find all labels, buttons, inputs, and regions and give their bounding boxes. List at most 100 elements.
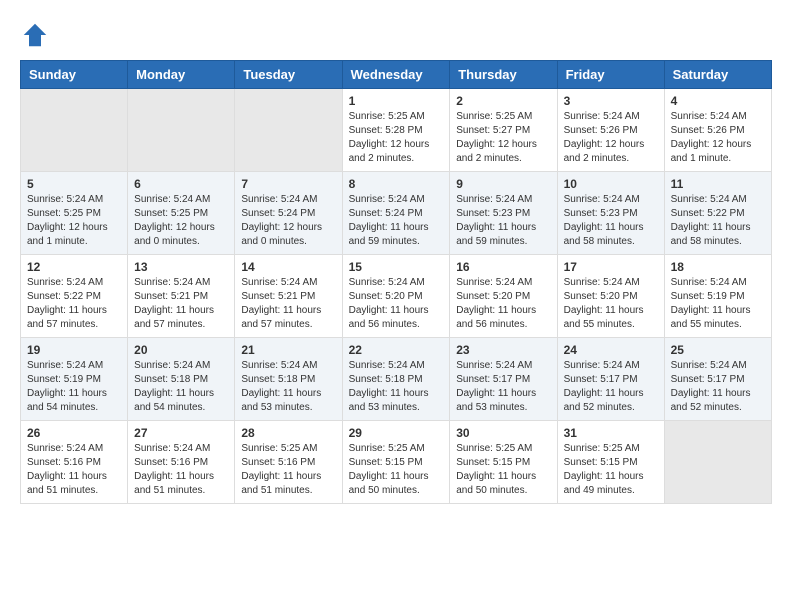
day-number: 21 (241, 343, 335, 357)
day-info: Sunrise: 5:24 AMSunset: 5:19 PMDaylight:… (671, 276, 765, 332)
calendar-cell: 8 Sunrise: 5:24 AMSunset: 5:24 PMDaylight… (342, 172, 450, 255)
logo-icon (20, 20, 50, 50)
calendar-cell: 6 Sunrise: 5:24 AMSunset: 5:25 PMDaylight… (128, 172, 235, 255)
calendar-cell: 15 Sunrise: 5:24 AMSunset: 5:20 PMDayligh… (342, 255, 450, 338)
day-info: Sunrise: 5:24 AMSunset: 5:25 PMDaylight:… (27, 193, 121, 249)
calendar-cell (664, 421, 771, 504)
day-number: 29 (349, 426, 444, 440)
day-number: 20 (134, 343, 228, 357)
day-number: 14 (241, 260, 335, 274)
calendar-cell (235, 89, 342, 172)
day-number: 13 (134, 260, 228, 274)
column-header-thursday: Thursday (450, 61, 557, 89)
day-info: Sunrise: 5:24 AMSunset: 5:21 PMDaylight:… (134, 276, 228, 332)
calendar-cell: 28 Sunrise: 5:25 AMSunset: 5:16 PMDayligh… (235, 421, 342, 504)
calendar-cell: 10 Sunrise: 5:24 AMSunset: 5:23 PMDayligh… (557, 172, 664, 255)
day-number: 28 (241, 426, 335, 440)
calendar-cell: 30 Sunrise: 5:25 AMSunset: 5:15 PMDayligh… (450, 421, 557, 504)
day-info: Sunrise: 5:25 AMSunset: 5:15 PMDaylight:… (564, 442, 658, 498)
day-info: Sunrise: 5:24 AMSunset: 5:17 PMDaylight:… (671, 359, 765, 415)
day-number: 25 (671, 343, 765, 357)
calendar-cell: 29 Sunrise: 5:25 AMSunset: 5:15 PMDayligh… (342, 421, 450, 504)
day-info: Sunrise: 5:25 AMSunset: 5:28 PMDaylight:… (349, 110, 444, 166)
calendar-cell: 19 Sunrise: 5:24 AMSunset: 5:19 PMDayligh… (21, 338, 128, 421)
day-info: Sunrise: 5:24 AMSunset: 5:17 PMDaylight:… (564, 359, 658, 415)
day-number: 27 (134, 426, 228, 440)
day-info: Sunrise: 5:24 AMSunset: 5:21 PMDaylight:… (241, 276, 335, 332)
calendar-week-row: 19 Sunrise: 5:24 AMSunset: 5:19 PMDayligh… (21, 338, 772, 421)
day-info: Sunrise: 5:24 AMSunset: 5:19 PMDaylight:… (27, 359, 121, 415)
calendar-week-row: 26 Sunrise: 5:24 AMSunset: 5:16 PMDayligh… (21, 421, 772, 504)
day-number: 26 (27, 426, 121, 440)
day-number: 10 (564, 177, 658, 191)
day-number: 30 (456, 426, 550, 440)
day-number: 3 (564, 94, 658, 108)
day-info: Sunrise: 5:24 AMSunset: 5:17 PMDaylight:… (456, 359, 550, 415)
day-info: Sunrise: 5:25 AMSunset: 5:27 PMDaylight:… (456, 110, 550, 166)
calendar-cell: 1Sunrise: 5:25 AMSunset: 5:28 PMDaylight… (342, 89, 450, 172)
day-info: Sunrise: 5:24 AMSunset: 5:16 PMDaylight:… (27, 442, 121, 498)
day-info: Sunrise: 5:24 AMSunset: 5:22 PMDaylight:… (27, 276, 121, 332)
column-header-friday: Friday (557, 61, 664, 89)
calendar-cell: 23Sunrise: 5:24 AMSunset: 5:17 PMDayligh… (450, 338, 557, 421)
day-number: 9 (456, 177, 550, 191)
calendar-cell: 2 Sunrise: 5:25 AMSunset: 5:27 PMDaylight… (450, 89, 557, 172)
calendar-cell: 24 Sunrise: 5:24 AMSunset: 5:17 PMDayligh… (557, 338, 664, 421)
calendar-cell: 7Sunrise: 5:24 AMSunset: 5:24 PMDaylight… (235, 172, 342, 255)
day-number: 7 (241, 177, 335, 191)
day-info: Sunrise: 5:24 AMSunset: 5:20 PMDaylight:… (349, 276, 444, 332)
calendar-cell: 13 Sunrise: 5:24 AMSunset: 5:21 PMDayligh… (128, 255, 235, 338)
calendar-cell: 4 Sunrise: 5:24 AMSunset: 5:26 PMDaylight… (664, 89, 771, 172)
column-header-saturday: Saturday (664, 61, 771, 89)
day-number: 2 (456, 94, 550, 108)
day-number: 16 (456, 260, 550, 274)
header (20, 20, 772, 50)
day-number: 19 (27, 343, 121, 357)
day-info: Sunrise: 5:24 AMSunset: 5:18 PMDaylight:… (241, 359, 335, 415)
calendar-cell (21, 89, 128, 172)
column-header-sunday: Sunday (21, 61, 128, 89)
day-info: Sunrise: 5:24 AMSunset: 5:18 PMDaylight:… (134, 359, 228, 415)
calendar-week-row: 12 Sunrise: 5:24 AMSunset: 5:22 PMDayligh… (21, 255, 772, 338)
day-info: Sunrise: 5:24 AMSunset: 5:20 PMDaylight:… (564, 276, 658, 332)
day-number: 17 (564, 260, 658, 274)
calendar-cell: 26 Sunrise: 5:24 AMSunset: 5:16 PMDayligh… (21, 421, 128, 504)
calendar-cell: 25 Sunrise: 5:24 AMSunset: 5:17 PMDayligh… (664, 338, 771, 421)
calendar-cell: 11Sunrise: 5:24 AMSunset: 5:22 PMDayligh… (664, 172, 771, 255)
calendar-cell: 3 Sunrise: 5:24 AMSunset: 5:26 PMDaylight… (557, 89, 664, 172)
day-info: Sunrise: 5:25 AMSunset: 5:15 PMDaylight:… (349, 442, 444, 498)
calendar-cell: 14 Sunrise: 5:24 AMSunset: 5:21 PMDayligh… (235, 255, 342, 338)
day-number: 12 (27, 260, 121, 274)
day-number: 8 (349, 177, 444, 191)
calendar-cell: 12 Sunrise: 5:24 AMSunset: 5:22 PMDayligh… (21, 255, 128, 338)
day-info: Sunrise: 5:24 AMSunset: 5:25 PMDaylight:… (134, 193, 228, 249)
column-header-tuesday: Tuesday (235, 61, 342, 89)
day-info: Sunrise: 5:24 AMSunset: 5:23 PMDaylight:… (456, 193, 550, 249)
day-info: Sunrise: 5:24 AMSunset: 5:23 PMDaylight:… (564, 193, 658, 249)
day-number: 4 (671, 94, 765, 108)
calendar-header-row: SundayMondayTuesdayWednesdayThursdayFrid… (21, 61, 772, 89)
column-header-monday: Monday (128, 61, 235, 89)
day-number: 15 (349, 260, 444, 274)
calendar-cell: 31Sunrise: 5:25 AMSunset: 5:15 PMDayligh… (557, 421, 664, 504)
calendar-cell (128, 89, 235, 172)
day-number: 24 (564, 343, 658, 357)
day-info: Sunrise: 5:25 AMSunset: 5:16 PMDaylight:… (241, 442, 335, 498)
day-info: Sunrise: 5:24 AMSunset: 5:26 PMDaylight:… (564, 110, 658, 166)
day-info: Sunrise: 5:24 AMSunset: 5:20 PMDaylight:… (456, 276, 550, 332)
calendar-cell: 20 Sunrise: 5:24 AMSunset: 5:18 PMDayligh… (128, 338, 235, 421)
day-number: 5 (27, 177, 121, 191)
day-number: 18 (671, 260, 765, 274)
day-info: Sunrise: 5:24 AMSunset: 5:16 PMDaylight:… (134, 442, 228, 498)
day-info: Sunrise: 5:24 AMSunset: 5:26 PMDaylight:… (671, 110, 765, 166)
calendar-cell: 5 Sunrise: 5:24 AMSunset: 5:25 PMDaylight… (21, 172, 128, 255)
day-number: 6 (134, 177, 228, 191)
day-info: Sunrise: 5:25 AMSunset: 5:15 PMDaylight:… (456, 442, 550, 498)
day-info: Sunrise: 5:24 AMSunset: 5:24 PMDaylight:… (349, 193, 444, 249)
day-info: Sunrise: 5:24 AMSunset: 5:22 PMDaylight:… (671, 193, 765, 249)
day-info: Sunrise: 5:24 AMSunset: 5:18 PMDaylight:… (349, 359, 444, 415)
calendar-week-row: 1Sunrise: 5:25 AMSunset: 5:28 PMDaylight… (21, 89, 772, 172)
calendar-cell: 21 Sunrise: 5:24 AMSunset: 5:18 PMDayligh… (235, 338, 342, 421)
calendar-cell: 22Sunrise: 5:24 AMSunset: 5:18 PMDayligh… (342, 338, 450, 421)
calendar-cell: 27 Sunrise: 5:24 AMSunset: 5:16 PMDayligh… (128, 421, 235, 504)
